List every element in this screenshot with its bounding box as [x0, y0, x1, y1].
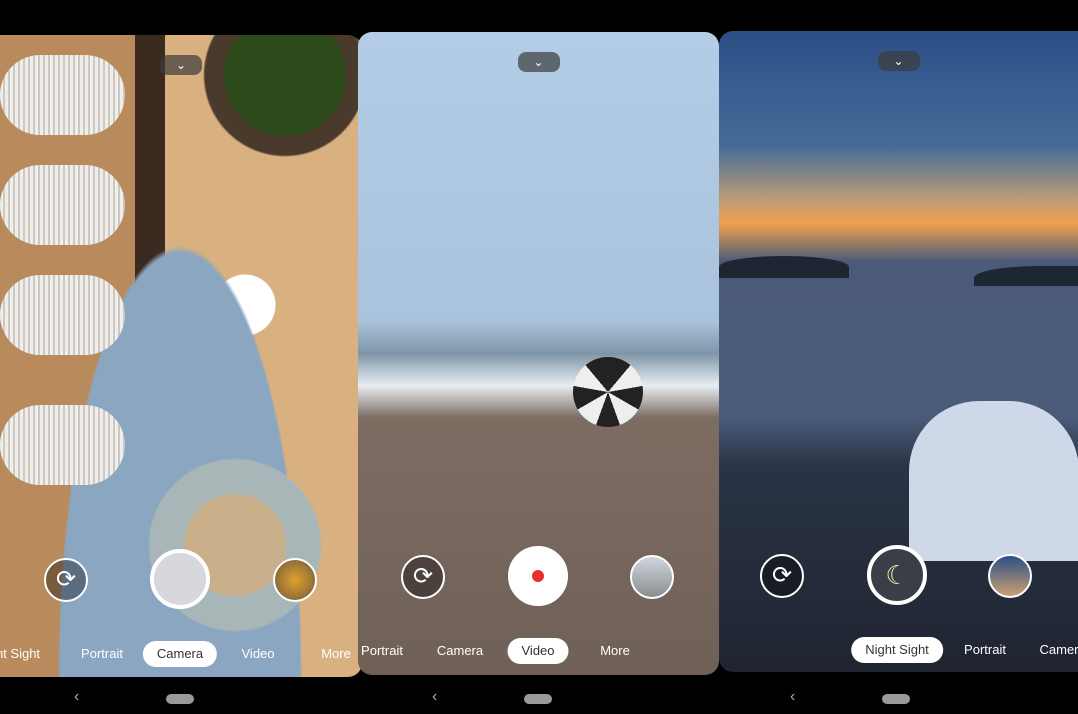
dome-building	[909, 401, 1078, 561]
island	[719, 256, 849, 278]
mode-camera[interactable]: Camera	[142, 641, 218, 667]
gallery-thumbnail[interactable]	[273, 558, 317, 602]
gallery-thumbnail[interactable]	[630, 555, 674, 599]
gallery-thumbnail[interactable]	[988, 554, 1032, 598]
mode-night-sight[interactable]: Night Sight	[851, 637, 943, 663]
mode-camera[interactable]: Camer	[1025, 637, 1078, 663]
home-button[interactable]	[166, 694, 194, 704]
mode-selector: ht Sight Portrait Camera Video More	[0, 641, 362, 669]
camera-screen-video: ⌄ ⟳ Portrait Camera Video More	[358, 32, 719, 675]
back-icon[interactable]: ‹	[74, 688, 79, 706]
camera-flip-icon[interactable]: ⟳	[760, 554, 804, 598]
mode-portrait[interactable]: Portrait	[358, 638, 417, 664]
chevron-down-icon[interactable]: ⌄	[877, 51, 920, 71]
camera-flip-icon[interactable]: ⟳	[44, 558, 88, 602]
mode-video[interactable]: Video	[227, 641, 288, 667]
moon-icon: ☾	[885, 560, 909, 590]
noodles	[0, 165, 125, 245]
noodles	[0, 405, 125, 485]
mode-camera[interactable]: Camera	[423, 638, 497, 664]
mode-more[interactable]: More	[307, 641, 362, 667]
mode-selector: Night Sight Portrait Camer	[719, 637, 1078, 665]
mode-more[interactable]: More	[586, 638, 644, 664]
record-button[interactable]	[508, 546, 568, 606]
mode-video[interactable]: Video	[507, 638, 569, 664]
mode-portrait[interactable]: Portrait	[67, 641, 137, 667]
mode-portrait[interactable]: Portrait	[950, 637, 1020, 663]
back-icon[interactable]: ‹	[790, 688, 795, 706]
photo-shutter-button[interactable]	[150, 549, 210, 609]
record-dot-icon	[532, 570, 544, 582]
noodles	[0, 55, 125, 135]
camera-screen-photo: ⌄ ⟳ ht Sight Portrait Camera Video More	[0, 35, 362, 677]
camera-screen-night-sight: ⌄ ⟳ ☾ Night Sight Portrait Camer	[719, 31, 1078, 672]
chevron-down-icon[interactable]: ⌄	[517, 52, 560, 72]
home-button[interactable]	[882, 694, 910, 704]
night-sight-shutter[interactable]: ☾	[867, 545, 927, 605]
noodles	[0, 275, 125, 355]
chevron-down-icon[interactable]: ⌄	[160, 55, 202, 75]
mode-night-sight[interactable]: ht Sight	[0, 641, 54, 667]
soccer-ball	[573, 357, 643, 427]
mode-selector: Portrait Camera Video More	[358, 638, 719, 666]
back-icon[interactable]: ‹	[432, 688, 437, 706]
camera-flip-icon[interactable]: ⟳	[401, 555, 445, 599]
home-button[interactable]	[524, 694, 552, 704]
island	[974, 266, 1078, 286]
